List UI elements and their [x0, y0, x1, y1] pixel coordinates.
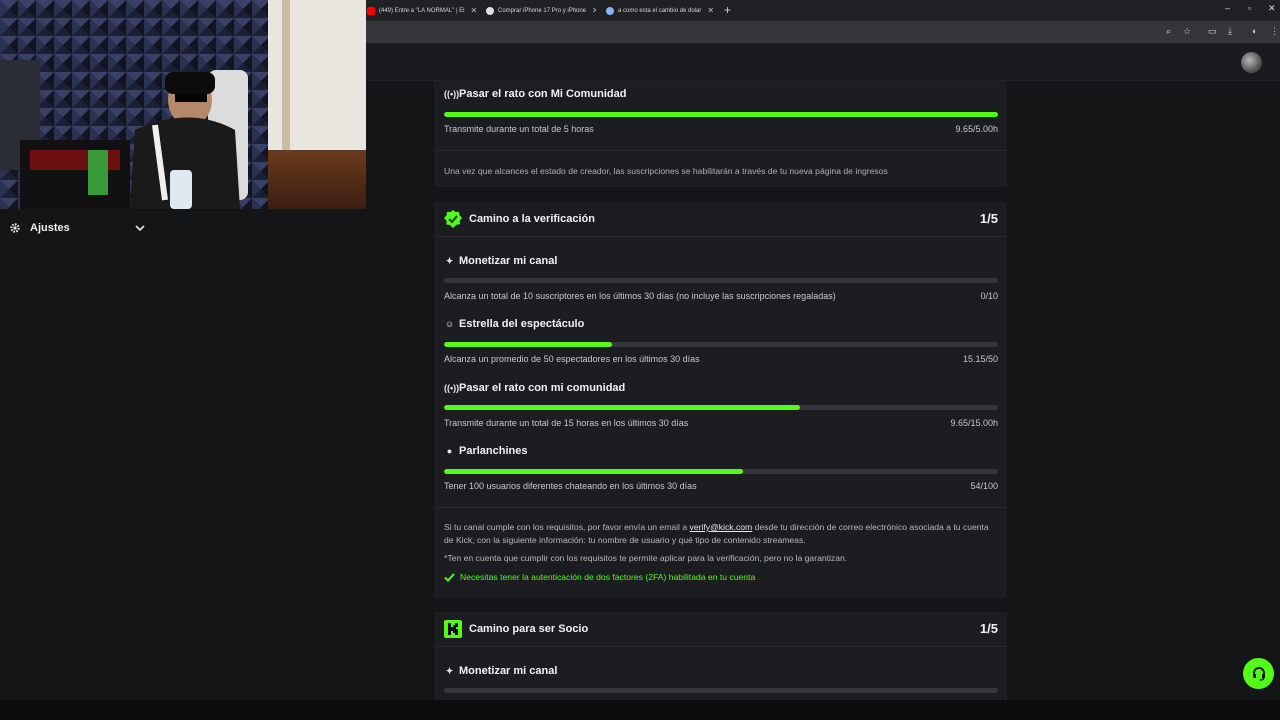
progress-fill	[444, 405, 801, 410]
extension-icon[interactable]: ◐	[1252, 26, 1257, 36]
browser-tab-1[interactable]: (449) Entre a "LA NORMAL" | El ✕	[367, 2, 477, 19]
sparkle-icon: ✦	[445, 665, 454, 676]
maximize-button[interactable]: ▫	[1248, 3, 1251, 13]
verify-email-link[interactable]: verify@kick.com	[690, 522, 753, 532]
settings-row[interactable]: Ajustes	[0, 215, 160, 241]
browser-tab-2[interactable]: Comprar iPhone 17 Pro y iPhone ✕	[486, 2, 596, 19]
progress-fill	[444, 342, 612, 347]
verified-badge-icon	[444, 210, 462, 228]
requirement-title: ((•)) Pasar el rato con Mi Comunidad	[444, 88, 627, 100]
tab-title: a como esta el cambio de dolar	[618, 7, 702, 14]
twofa-requirement: Necesitas tener la autenticación de dos …	[444, 572, 755, 582]
progress-fill	[444, 469, 744, 474]
verification-note: Si tu canal cumple con los requisitos, p…	[444, 522, 989, 545]
viewers-icon: ☺	[444, 319, 455, 329]
headset-icon	[1252, 666, 1265, 681]
progress-bar	[444, 278, 998, 283]
partner-count: 1/5	[979, 621, 998, 636]
progress-bar	[444, 405, 998, 410]
gear-icon	[10, 223, 20, 233]
broadcast-icon: ((•))	[444, 89, 460, 99]
youtube-icon	[367, 6, 375, 15]
webcam-image	[0, 0, 366, 209]
chevron-down-icon[interactable]	[135, 225, 145, 232]
divider	[434, 507, 1007, 508]
divider	[434, 150, 1007, 151]
verification-disclaimer: *Ten en cuenta que cumplir con los requi…	[444, 553, 848, 563]
bookmark-star-icon[interactable]: ☆	[1183, 26, 1191, 37]
partner-title: Camino para ser Socio	[444, 620, 588, 638]
requirement-description: Transmite durante un total de 15 horas e…	[444, 418, 689, 428]
requirement-value: 9.65/5.00h	[955, 124, 998, 134]
help-chat-button[interactable]	[1243, 658, 1274, 689]
requirement-title: ● Parlanchines	[444, 445, 528, 457]
verification-count: 1/5	[979, 211, 998, 226]
requirement-title: ✦ Monetizar mi canal	[445, 665, 558, 677]
site-icon	[486, 6, 494, 15]
tab-title: Comprar iPhone 17 Pro y iPhone	[498, 7, 587, 14]
requirement-title: ✦ Monetizar mi canal	[445, 255, 558, 267]
requirement-value: 0/10	[980, 291, 998, 301]
download-icon[interactable]: ⤓	[1228, 26, 1232, 37]
close-window-button[interactable]: ✕	[1268, 3, 1276, 14]
chat-icon: ●	[446, 446, 453, 456]
sparkle-icon: ✦	[445, 255, 454, 266]
requirement-description: Transmite durante un total de 5 horas	[444, 124, 594, 134]
divider	[434, 646, 1007, 647]
requirement-title: ((•)) Pasar el rato con mi comunidad	[444, 382, 626, 394]
divider	[434, 236, 1007, 237]
minimize-button[interactable]: –	[1225, 3, 1230, 13]
requirement-value: 54/100	[970, 481, 998, 491]
progress-fill	[444, 112, 998, 117]
zoom-icon[interactable]: ⌕	[1166, 26, 1171, 37]
requirement-description: Alcanza un total de 10 suscriptores en l…	[444, 291, 836, 301]
sidebar-icon[interactable]: ▭	[1208, 26, 1217, 37]
close-tab-icon[interactable]: ✕	[471, 6, 477, 15]
webcam-overlay	[0, 0, 366, 209]
creator-note: Una vez que alcances el estado de creado…	[444, 166, 888, 176]
settings-label: Ajustes	[30, 222, 70, 234]
close-tab-icon[interactable]: ✕	[592, 6, 596, 15]
tab-title: (449) Entre a "LA NORMAL" | El	[379, 7, 465, 14]
requirement-description: Tener 100 usuarios diferentes chateando …	[444, 481, 697, 491]
kick-logo-icon	[444, 620, 462, 638]
close-tab-icon[interactable]: ✕	[707, 6, 714, 15]
requirement-value: 15.15/50	[962, 354, 998, 364]
verification-title: Camino a la verificación	[444, 210, 595, 228]
google-icon	[606, 6, 614, 15]
broadcast-icon: ((•))	[444, 383, 460, 393]
requirement-description: Alcanza un promedio de 50 espectadores e…	[444, 354, 700, 364]
check-icon	[444, 572, 455, 582]
browser-tab-3[interactable]: a como esta el cambio de dolar ✕	[606, 2, 718, 19]
menu-icon[interactable]: ⋮	[1270, 26, 1279, 37]
avatar[interactable]	[1241, 52, 1262, 73]
progress-bar	[444, 342, 998, 347]
screen: (449) Entre a "LA NORMAL" | El ✕ Comprar…	[0, 0, 1280, 720]
new-tab-button[interactable]: +	[724, 3, 731, 17]
requirement-value: 9.65/15.00h	[950, 418, 998, 428]
progress-bar	[444, 469, 998, 474]
progress-bar	[444, 112, 998, 117]
requirement-title: ☺ Estrella del espectáculo	[444, 318, 585, 330]
progress-bar	[444, 688, 998, 693]
bottom-bar	[0, 700, 1280, 720]
